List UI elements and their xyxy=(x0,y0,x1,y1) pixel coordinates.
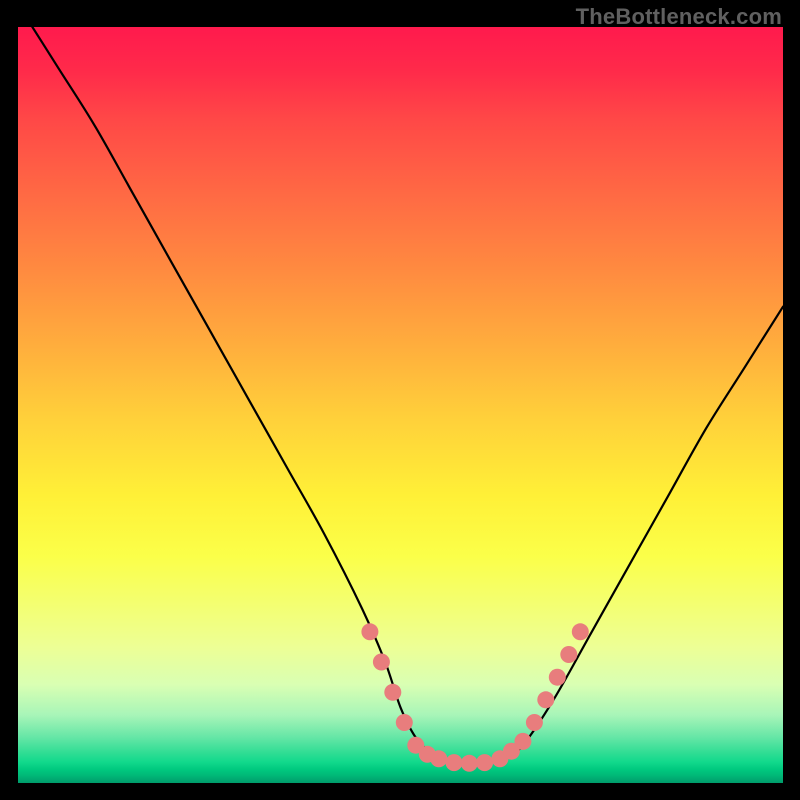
marker-dot xyxy=(537,691,554,708)
curve-path xyxy=(18,27,783,764)
marker-dot xyxy=(361,623,378,640)
marker-dot xyxy=(514,733,531,750)
marker-dot xyxy=(549,669,566,686)
watermark-text: TheBottleneck.com xyxy=(576,4,782,30)
marker-dot xyxy=(461,755,478,772)
marker-dot xyxy=(430,750,447,767)
marker-dot xyxy=(526,714,543,731)
marker-dot xyxy=(396,714,413,731)
plot-area xyxy=(18,27,783,783)
marker-dot xyxy=(373,654,390,671)
chart-svg xyxy=(18,27,783,783)
marker-dot xyxy=(446,754,463,771)
marker-dot xyxy=(560,646,577,663)
marker-dot xyxy=(572,623,589,640)
marker-dot xyxy=(384,684,401,701)
marker-dot xyxy=(476,754,493,771)
